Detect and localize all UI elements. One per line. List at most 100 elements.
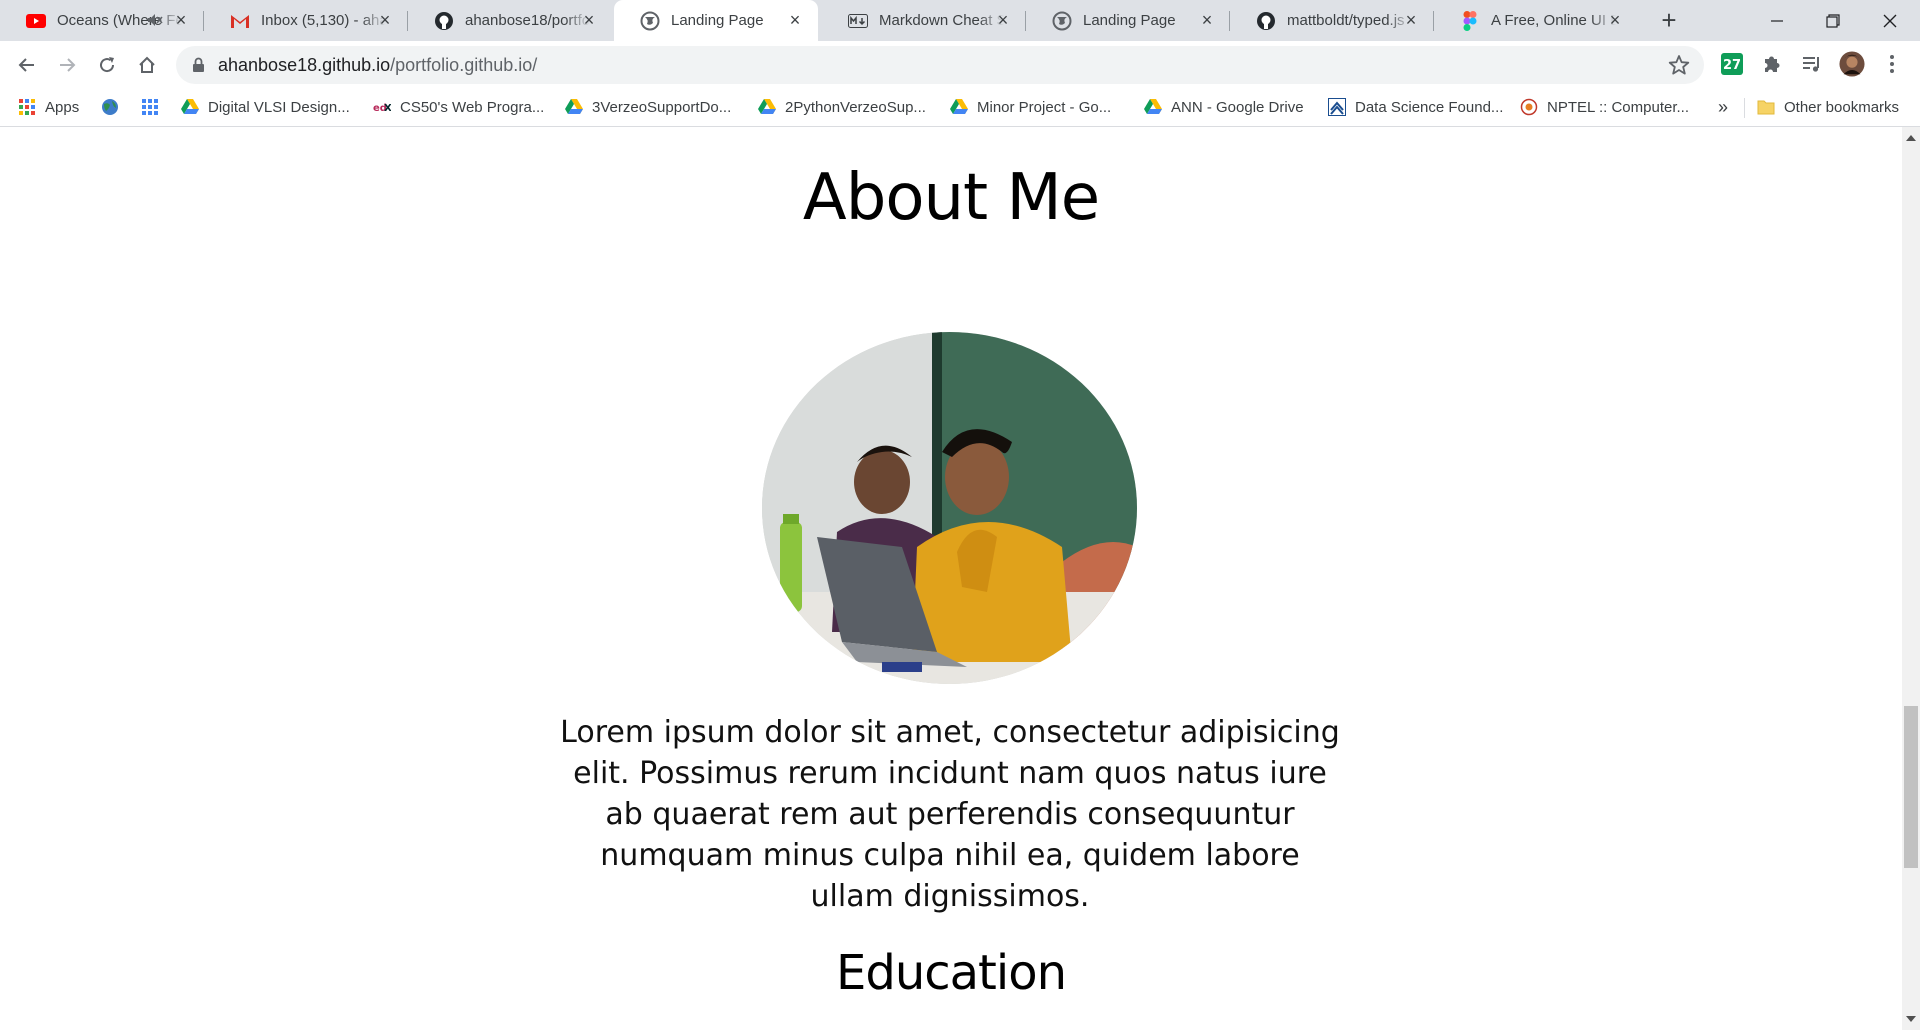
globe-colored-icon <box>101 98 119 116</box>
scrollbar-thumb[interactable] <box>1904 706 1918 868</box>
gmail-icon <box>230 11 250 31</box>
close-window-button[interactable] <box>1862 0 1918 41</box>
close-tab-icon[interactable]: × <box>994 11 1012 29</box>
bookmark-minor-project[interactable]: Minor Project - Go... <box>950 96 1111 118</box>
browser-toolbar: ahanbose18.github.io/portfolio.github.io… <box>0 41 1920 88</box>
url-text[interactable]: ahanbose18.github.io/portfolio.github.io… <box>218 55 537 76</box>
address-bar[interactable]: ahanbose18.github.io/portfolio.github.io… <box>176 46 1704 84</box>
tab-gmail[interactable]: Inbox (5,130) - ahanbose18 × <box>204 0 408 41</box>
bookmark-label: Data Science Found... <box>1355 98 1504 116</box>
close-tab-icon[interactable]: × <box>786 11 804 29</box>
chrome-menu-icon[interactable] <box>1879 51 1905 77</box>
bookmark-label: Digital VLSI Design... <box>208 98 350 116</box>
bookmark-3verzeo[interactable]: 3VerzeoSupportDo... <box>565 96 731 118</box>
extension-calendar-badge[interactable]: 27 <box>1719 51 1745 77</box>
close-tab-icon[interactable]: × <box>1402 11 1420 29</box>
close-tab-icon[interactable]: × <box>376 11 394 29</box>
bookmark-label: NPTEL :: Computer... <box>1547 98 1689 116</box>
figma-icon <box>1460 10 1480 31</box>
apps-grid-icon <box>18 98 36 116</box>
back-button[interactable] <box>12 50 42 80</box>
tab-title: Landing Page <box>1083 12 1176 29</box>
bookmark-star-icon[interactable] <box>1668 54 1690 81</box>
profile-photo <box>762 332 1137 684</box>
about-paragraph: Lorem ipsum dolor sit amet, consectetur … <box>560 715 1340 914</box>
bookmark-label: Other bookmarks <box>1784 98 1900 116</box>
bookmark-label: 3VerzeoSupportDo... <box>592 98 732 116</box>
folder-icon <box>1757 98 1775 116</box>
bookmark-label: CS50's Web Progra... <box>400 98 545 116</box>
github-icon <box>434 11 454 31</box>
media-queue-icon[interactable] <box>1799 51 1825 77</box>
extension-badge-text: 27 <box>1723 58 1741 73</box>
bookmarks-overflow-button[interactable]: » <box>1718 96 1728 118</box>
bookmark-grid[interactable] <box>141 96 168 118</box>
tab-strip: Oceans (Where Feet May Fail) × Inbox (5,… <box>0 0 1920 41</box>
extensions-puzzle-icon[interactable] <box>1759 51 1785 77</box>
page-scrollbar[interactable] <box>1902 127 1920 1030</box>
tab-landing-page-active[interactable]: Landing Page × <box>614 0 818 41</box>
profile-avatar[interactable] <box>1839 51 1865 77</box>
tab-figma[interactable]: A Free, Online UI Design × <box>1434 0 1638 41</box>
globe-icon <box>1052 11 1072 31</box>
bookmark-label: ANN - Google Drive <box>1171 98 1304 116</box>
google-drive-icon <box>950 98 968 116</box>
bookmark-ann[interactable]: ANN - Google Drive <box>1144 96 1304 118</box>
close-tab-icon[interactable]: × <box>580 11 598 29</box>
tab-title: A Free, Online UI Design <box>1491 12 1616 29</box>
education-heading: Education <box>836 945 1067 1001</box>
bookmark-digital-vlsi[interactable]: Digital VLSI Design... <box>181 96 350 118</box>
new-tab-button[interactable]: + <box>1656 7 1682 34</box>
svg-text:X: X <box>384 103 391 113</box>
close-tab-icon[interactable]: × <box>1606 11 1624 29</box>
bookmark-label: 2PythonVerzeoSup... <box>785 98 926 116</box>
bookmarks-divider <box>1744 98 1745 118</box>
markdown-icon <box>848 11 868 31</box>
bookmark-nptel[interactable]: NPTEL :: Computer... <box>1520 96 1689 118</box>
bookmarks-bar: Apps Digital VLSI Design... ed X CS50's W… <box>0 88 1920 127</box>
edx-icon: ed X <box>373 98 391 116</box>
bookmark-2python[interactable]: 2PythonVerzeoSup... <box>758 96 926 118</box>
home-button[interactable] <box>132 50 162 80</box>
bookmark-label: Minor Project - Go... <box>977 98 1112 116</box>
bookmark-apps[interactable]: Apps <box>18 96 79 118</box>
url-host: ahanbose18.github.io <box>218 55 391 75</box>
tab-title: ahanbose18/portfolio.github.io <box>465 12 590 29</box>
close-tab-icon[interactable]: × <box>1198 11 1216 29</box>
page-content: About Me Lorem ipsum dolor sit amet, con… <box>0 127 1902 1030</box>
github-icon <box>1256 11 1276 31</box>
bookmark-globe[interactable] <box>101 96 128 118</box>
tab-typed-js[interactable]: mattboldt/typed.js × <box>1230 0 1434 41</box>
tab-title: Markdown Cheat Sheet <box>879 12 1004 29</box>
google-drive-icon <box>181 98 199 116</box>
lock-icon[interactable] <box>192 57 205 78</box>
forward-button[interactable] <box>52 50 82 80</box>
bookmark-cs50[interactable]: ed X CS50's Web Progra... <box>373 96 544 118</box>
reload-button[interactable] <box>92 50 122 80</box>
blue-grid-icon <box>141 98 159 116</box>
url-path: /portfolio.github.io/ <box>390 55 538 75</box>
chevron-up-logo-icon <box>1328 98 1346 116</box>
restore-button[interactable] <box>1805 0 1861 41</box>
close-tab-icon[interactable]: × <box>172 11 190 29</box>
minimize-button[interactable] <box>1749 0 1805 41</box>
bookmark-data-science[interactable]: Data Science Found... <box>1328 96 1503 118</box>
scroll-up-arrow-icon[interactable] <box>1906 135 1916 141</box>
bookmark-label: Apps <box>45 98 80 116</box>
overflow-chevron-icon: » <box>1718 96 1729 117</box>
nptel-icon <box>1520 98 1538 116</box>
tab-title: mattboldt/typed.js <box>1287 12 1405 29</box>
tab-title: Landing Page <box>671 12 764 29</box>
google-drive-icon <box>1144 98 1162 116</box>
scroll-down-arrow-icon[interactable] <box>1906 1016 1916 1022</box>
bookmark-other[interactable]: Other bookmarks <box>1757 96 1899 118</box>
about-heading: About Me <box>802 161 1100 235</box>
tab-github-portfolio[interactable]: ahanbose18/portfolio.github.io × <box>408 0 612 41</box>
speaker-muted-icon[interactable] <box>146 11 164 29</box>
tab-youtube[interactable]: Oceans (Where Feet May Fail) × <box>0 0 204 41</box>
youtube-icon <box>26 11 46 31</box>
tab-landing-page[interactable]: Landing Page × <box>1026 0 1230 41</box>
tab-title: Inbox (5,130) - ahanbose18 <box>261 12 386 29</box>
globe-icon <box>640 11 660 31</box>
tab-markdown[interactable]: Markdown Cheat Sheet × <box>822 0 1026 41</box>
